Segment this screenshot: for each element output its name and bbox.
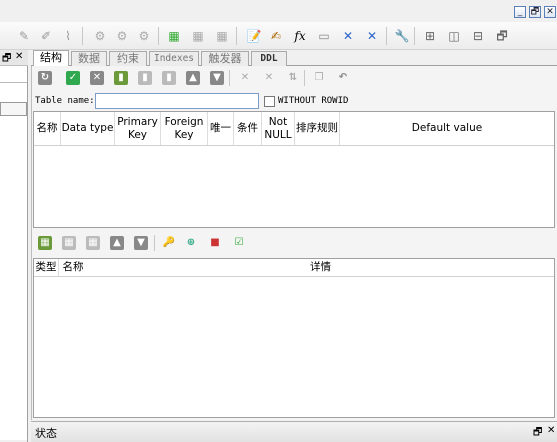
left-panel-body bbox=[0, 66, 27, 440]
new-document-icon[interactable]: 📝 bbox=[246, 28, 262, 44]
gear-icon[interactable]: ⚙ bbox=[114, 28, 130, 44]
tab-constraints[interactable]: 约束 bbox=[109, 51, 147, 66]
title-strip: _ 🗗 ✕ bbox=[0, 0, 557, 22]
tab-ddl[interactable]: DDL bbox=[251, 51, 287, 66]
column-header-foreign-key[interactable]: Foreign Key bbox=[161, 112, 208, 145]
edit-icon[interactable]: ✐ bbox=[38, 28, 54, 44]
column-header-data-type[interactable]: Data type bbox=[61, 112, 115, 145]
add-constraint-icon[interactable]: ▦ bbox=[38, 236, 52, 250]
edit-constraint-icon[interactable]: ▦ bbox=[62, 236, 76, 250]
check-constraint-icon[interactable]: ☑ bbox=[232, 236, 246, 250]
move-up-icon[interactable]: ▲ bbox=[186, 71, 200, 85]
constraint-header-details[interactable]: 详情 bbox=[87, 259, 554, 276]
toolbar-separator bbox=[386, 27, 387, 45]
rollback-icon[interactable]: ✕ bbox=[90, 71, 104, 85]
copy-icon[interactable]: ❐ bbox=[312, 71, 326, 85]
expand-icon[interactable]: ✕ bbox=[262, 71, 276, 85]
move-down-icon[interactable]: ▼ bbox=[210, 71, 224, 85]
column-header-unique[interactable]: 唯一 bbox=[208, 112, 234, 145]
columns-grid-header: 名称 Data type Primary Key Foreign Key 唯一 … bbox=[34, 112, 554, 146]
column-header-collation[interactable]: 排序规则 bbox=[295, 112, 340, 145]
column-header-default-value[interactable]: Default value bbox=[340, 112, 554, 145]
foreign-key-icon[interactable]: ⊕ bbox=[184, 236, 198, 250]
move-down-icon[interactable]: ▼ bbox=[134, 236, 148, 250]
split-vertical-icon[interactable]: ◫ bbox=[446, 28, 462, 44]
toolbar-separator bbox=[82, 27, 83, 45]
toolbar-separator bbox=[236, 27, 237, 45]
main-toolbar: ✎ ✐ ⌇ ⚙ ⚙ ⚙ ▦ ▦ ▦ 📝 ✍ fx ▭ ✕ ✕ 🔧 ⊞ ◫ ⊟ 🗗 bbox=[0, 22, 557, 50]
table-name-label: Table name: bbox=[35, 96, 95, 106]
delete-column-icon[interactable]: ▮ bbox=[162, 71, 176, 85]
table-edit-icon[interactable]: ▦ bbox=[190, 28, 206, 44]
function-icon[interactable]: fx bbox=[292, 28, 308, 44]
tab-indexes[interactable]: Indexes bbox=[149, 51, 199, 66]
constraint-header-name[interactable]: 名称 bbox=[59, 259, 87, 276]
column-header-check[interactable]: 条件 bbox=[234, 112, 262, 145]
cog-icon[interactable]: ⚙ bbox=[136, 28, 152, 44]
grid-icon[interactable]: ⊞ bbox=[422, 28, 438, 44]
structure-toolbar: ↻ ✓ ✕ ▮ ▮ ▮ ▲ ▼ ✕ ✕ ⇅ ❐ ↶ bbox=[32, 66, 557, 90]
constraints-toolbar: ▦ ▦ ▦ ▲ ▼ 🔑 ⊕ ■ ☑ bbox=[32, 232, 557, 254]
tab-data[interactable]: 数据 bbox=[71, 51, 107, 66]
structure-panel: ↻ ✓ ✕ ▮ ▮ ▮ ▲ ▼ ✕ ✕ ⇅ ❐ ↶ Table name: WI… bbox=[31, 66, 557, 420]
constraints-grid: 类型 名称 详情 bbox=[33, 258, 555, 418]
pin-icon[interactable]: 🗗 bbox=[533, 425, 542, 442]
restore-button[interactable]: 🗗 bbox=[529, 6, 541, 18]
close-icon[interactable]: ✕ bbox=[15, 51, 23, 62]
key-icon[interactable]: 🔑 bbox=[162, 236, 176, 250]
expand-icon[interactable]: ✕ bbox=[364, 28, 380, 44]
insert-column-icon[interactable]: ▮ bbox=[138, 71, 152, 85]
commit-icon[interactable]: ✓ bbox=[66, 71, 80, 85]
table-name-input[interactable] bbox=[95, 93, 259, 109]
add-column-icon[interactable]: ▮ bbox=[114, 71, 128, 85]
status-label: 状态 bbox=[35, 427, 57, 440]
refresh-icon[interactable]: ↻ bbox=[38, 71, 52, 85]
editor-tabs: 结构 数据 约束 Indexes 触发器 DDL bbox=[31, 50, 557, 67]
left-dock-panel: 🗗 ✕ bbox=[0, 50, 28, 442]
link-icon[interactable]: ⌇ bbox=[60, 28, 76, 44]
column-header-name[interactable]: 名称 bbox=[34, 112, 61, 145]
column-header-primary-key[interactable]: Primary Key bbox=[115, 112, 161, 145]
tab-triggers[interactable]: 触发器 bbox=[201, 51, 249, 66]
edit-document-icon[interactable]: ✍ bbox=[268, 28, 284, 44]
left-panel-button[interactable] bbox=[0, 102, 27, 116]
toolbar-separator bbox=[229, 70, 230, 86]
close-button[interactable]: ✕ bbox=[544, 6, 556, 18]
status-panel-header: 状态 🗗 ✕ bbox=[31, 421, 557, 442]
toolbar-separator bbox=[158, 27, 159, 45]
toolbar-separator bbox=[304, 70, 305, 86]
without-rowid-checkbox[interactable] bbox=[264, 96, 275, 107]
collapse-icon[interactable]: ✕ bbox=[238, 71, 252, 85]
pencil-icon[interactable]: ✎ bbox=[16, 28, 32, 44]
unique-icon[interactable]: ■ bbox=[208, 236, 222, 250]
wrench-icon[interactable]: 🔧 bbox=[394, 28, 410, 44]
without-rowid-label: WITHOUT ROWID bbox=[278, 96, 349, 106]
constraint-header-type[interactable]: 类型 bbox=[34, 259, 59, 276]
tab-structure[interactable]: 结构 bbox=[33, 50, 69, 67]
constraints-grid-header: 类型 名称 详情 bbox=[34, 259, 554, 277]
close-icon[interactable]: ✕ bbox=[547, 425, 555, 436]
toolbar-separator bbox=[154, 235, 155, 251]
left-divider bbox=[0, 82, 27, 83]
split-horizontal-icon[interactable]: ⊟ bbox=[470, 28, 486, 44]
settings-icon[interactable]: ⚙ bbox=[92, 28, 108, 44]
undo-icon[interactable]: ↶ bbox=[336, 71, 350, 85]
columns-grid: 名称 Data type Primary Key Foreign Key 唯一 … bbox=[33, 111, 555, 228]
calculator-icon[interactable]: ▭ bbox=[316, 28, 332, 44]
table-delete-icon[interactable]: ▦ bbox=[214, 28, 230, 44]
table-add-icon[interactable]: ▦ bbox=[166, 28, 182, 44]
cascade-icon[interactable]: 🗗 bbox=[494, 28, 510, 44]
toolbar-separator bbox=[414, 27, 415, 45]
minimize-button[interactable]: _ bbox=[514, 6, 526, 18]
sort-icon[interactable]: ⇅ bbox=[286, 71, 300, 85]
left-panel-header: 🗗 ✕ bbox=[0, 50, 28, 66]
column-header-not-null[interactable]: Not NULL bbox=[262, 112, 295, 145]
collapse-icon[interactable]: ✕ bbox=[340, 28, 356, 44]
move-up-icon[interactable]: ▲ bbox=[110, 236, 124, 250]
delete-constraint-icon[interactable]: ▦ bbox=[86, 236, 100, 250]
